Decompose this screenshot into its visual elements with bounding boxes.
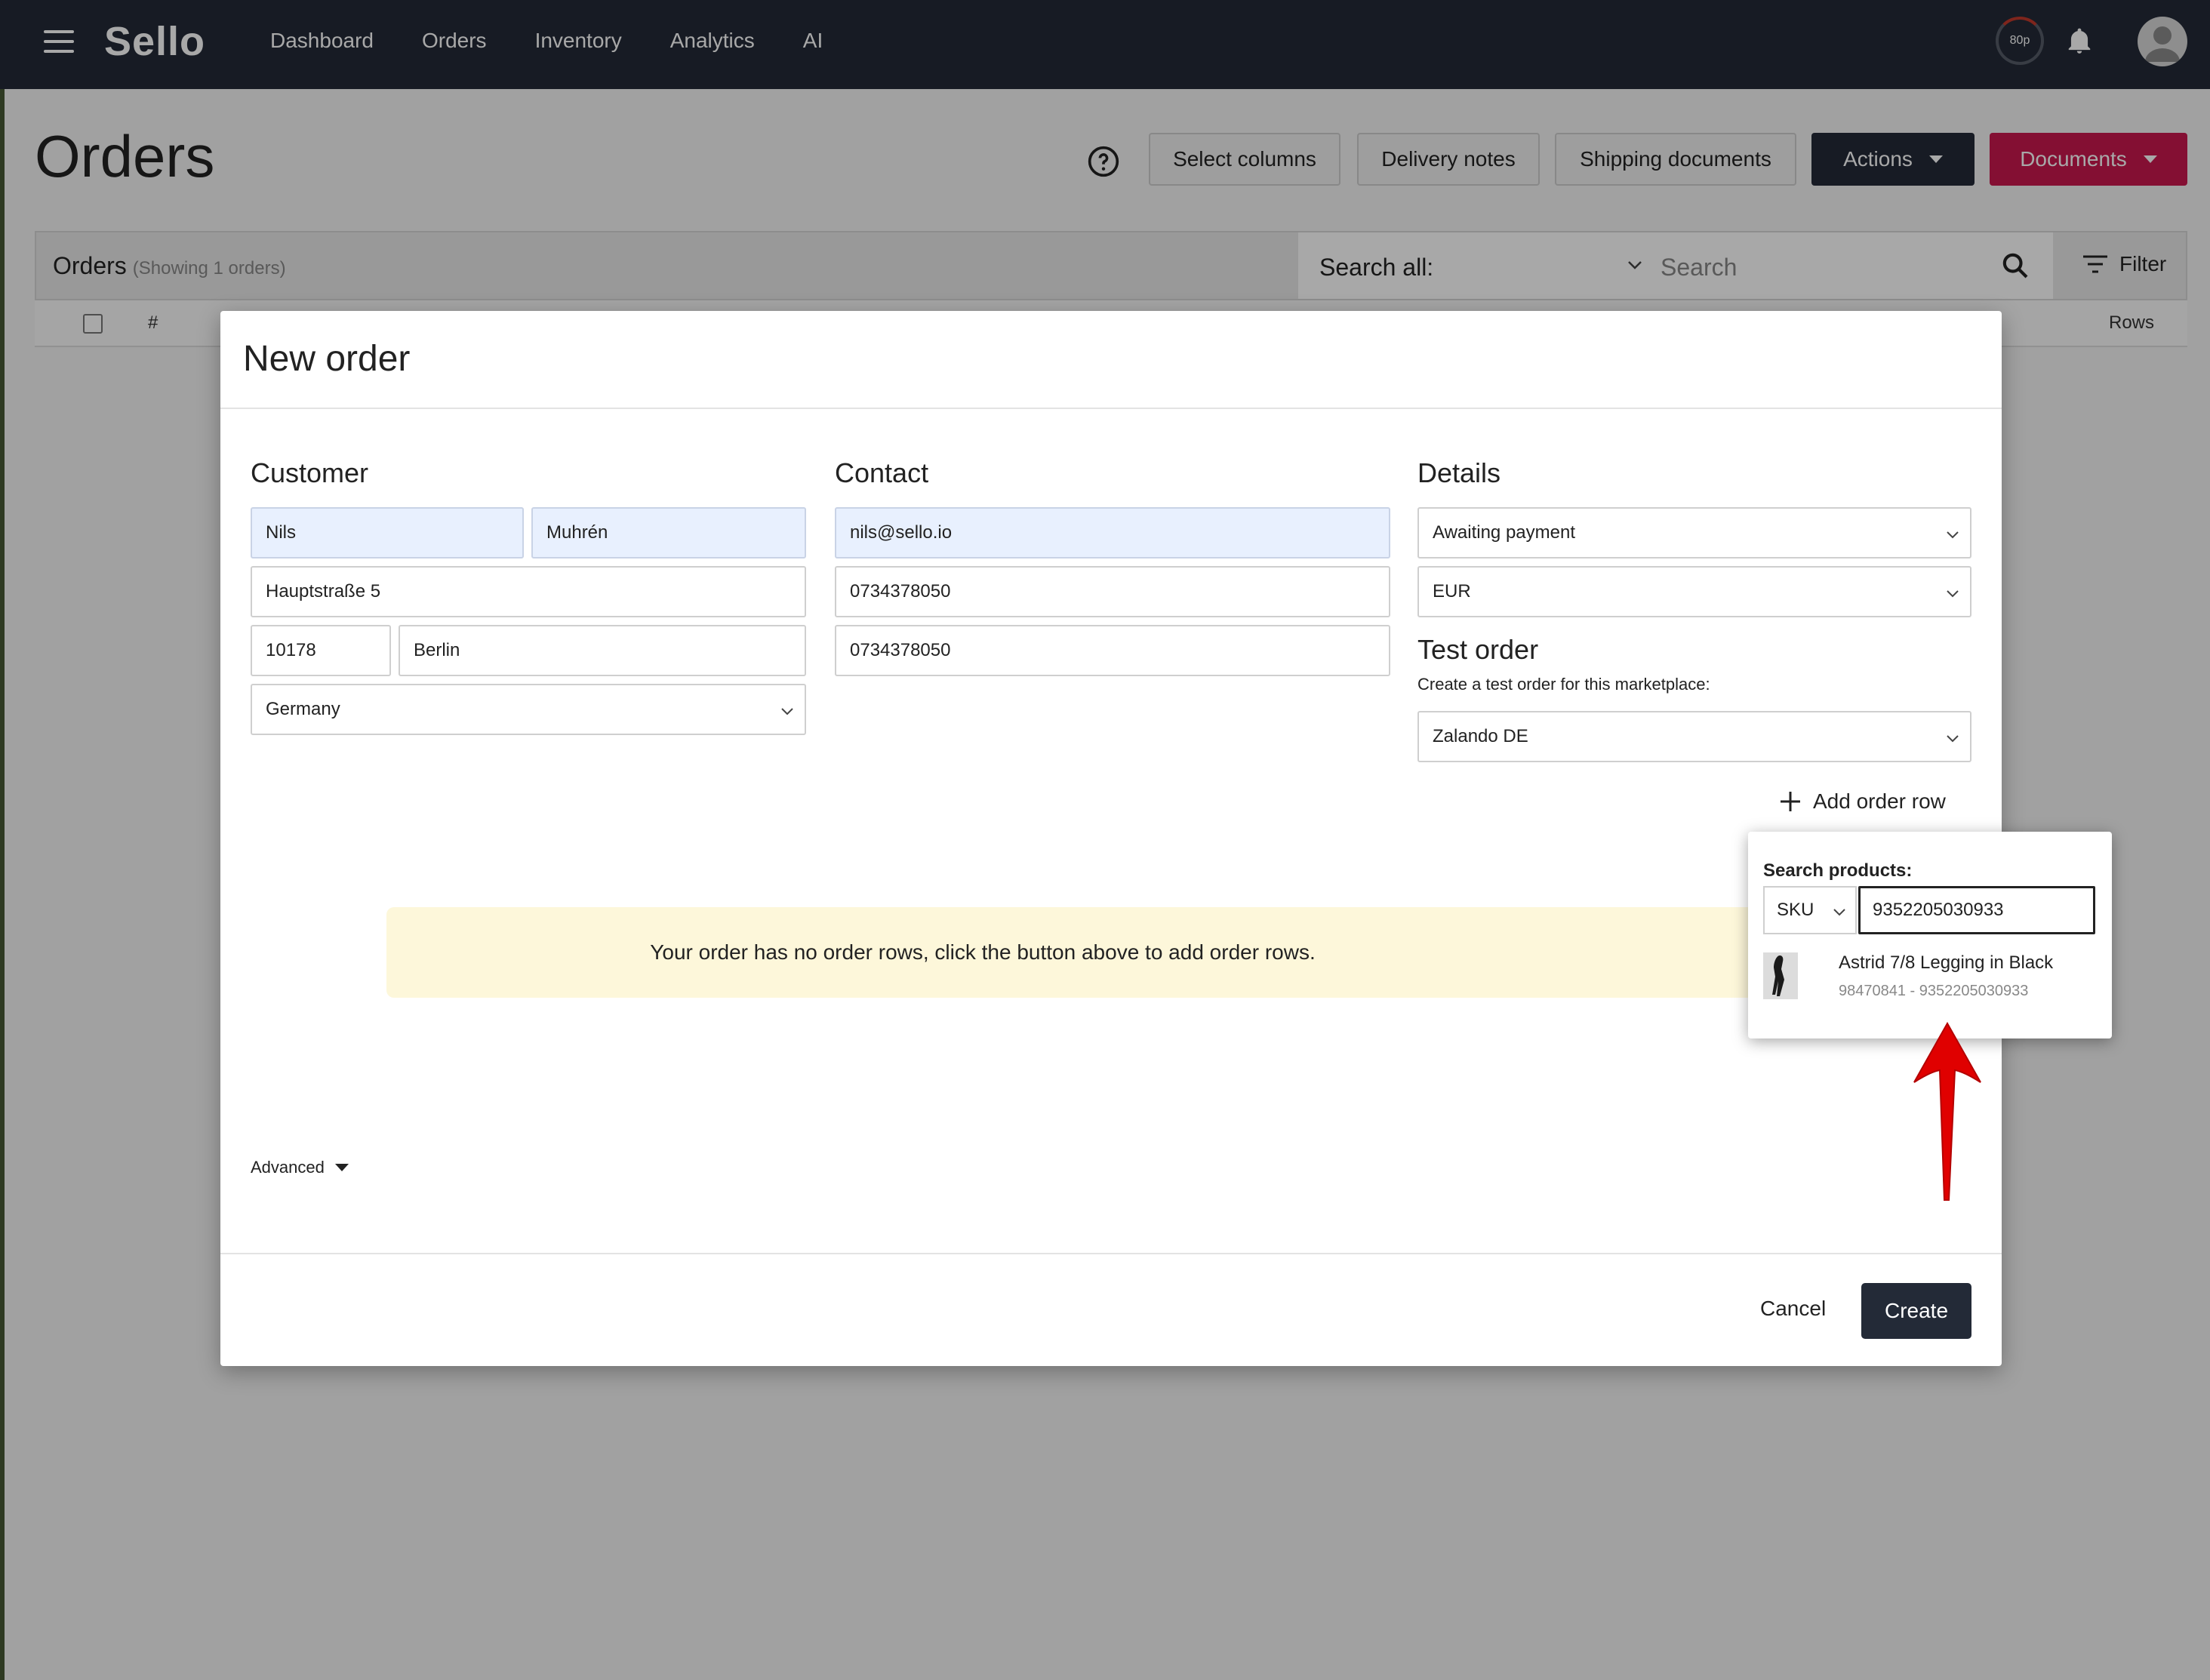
add-order-row-label: Add order row <box>1813 789 1946 813</box>
country-value: Germany <box>266 699 340 719</box>
marketplace-value: Zalando DE <box>1433 726 1528 746</box>
status-value: Awaiting payment <box>1433 522 1575 543</box>
chevron-down-icon <box>1833 909 1845 916</box>
new-order-dialog: New order Customer Nils Muhrén Hauptstra… <box>220 311 2002 1366</box>
last-name-field[interactable]: Muhrén <box>531 507 806 558</box>
product-thumbnail[interactable] <box>1763 952 1798 999</box>
status-select[interactable]: Awaiting payment <box>1417 507 1971 558</box>
currency-select[interactable]: EUR <box>1417 566 1971 617</box>
product-result-sku: 98470841 - 9352205030933 <box>1839 983 2029 999</box>
street-field[interactable]: Hauptstraße 5 <box>251 566 806 617</box>
phone-field[interactable]: 0734378050 <box>835 566 1390 617</box>
zip-field[interactable]: 10178 <box>251 625 391 676</box>
annotation-arrow-icon <box>1913 1022 1981 1201</box>
chevron-down-icon <box>1947 590 1959 598</box>
window-edge <box>0 89 5 1680</box>
chevron-down-icon <box>1947 735 1959 743</box>
product-search-label: Search products: <box>1763 860 1913 881</box>
marketplace-select[interactable]: Zalando DE <box>1417 711 1971 762</box>
empty-order-notice: Your order has no order rows, click the … <box>386 907 1911 998</box>
search-by-select[interactable]: SKU <box>1763 886 1857 934</box>
divider <box>220 1253 2002 1254</box>
email-field[interactable]: nils@sello.io <box>835 507 1390 558</box>
currency-value: EUR <box>1433 581 1471 602</box>
plus-icon <box>1781 792 1800 811</box>
create-button[interactable]: Create <box>1861 1283 1971 1339</box>
product-result-name[interactable]: Astrid 7/8 Legging in Black <box>1839 952 2053 974</box>
first-name-field[interactable]: Nils <box>251 507 524 558</box>
city-field[interactable]: Berlin <box>399 625 806 676</box>
test-order-heading: Test order <box>1417 634 1539 665</box>
add-order-row-button[interactable]: Add order row <box>1778 789 1946 814</box>
chevron-down-icon <box>781 708 793 715</box>
test-order-description: Create a test order for this marketplace… <box>1417 675 1710 694</box>
country-select[interactable]: Germany <box>251 684 806 735</box>
divider <box>220 408 2002 409</box>
product-search-popup: Search products: SKU 9352205030933 Astri… <box>1748 832 2112 1038</box>
caret-down-icon <box>334 1164 349 1171</box>
customer-heading: Customer <box>251 457 369 488</box>
contact-heading: Contact <box>835 457 929 488</box>
details-heading: Details <box>1417 457 1501 488</box>
product-search-input[interactable]: 9352205030933 <box>1858 886 2095 934</box>
chevron-down-icon <box>1947 531 1959 539</box>
cancel-button[interactable]: Cancel <box>1760 1297 1826 1321</box>
search-by-value: SKU <box>1777 900 1814 920</box>
advanced-label: Advanced <box>251 1158 325 1177</box>
dialog-title: New order <box>243 339 411 379</box>
advanced-toggle[interactable]: Advanced <box>251 1158 349 1177</box>
mobile-field[interactable]: 0734378050 <box>835 625 1390 676</box>
